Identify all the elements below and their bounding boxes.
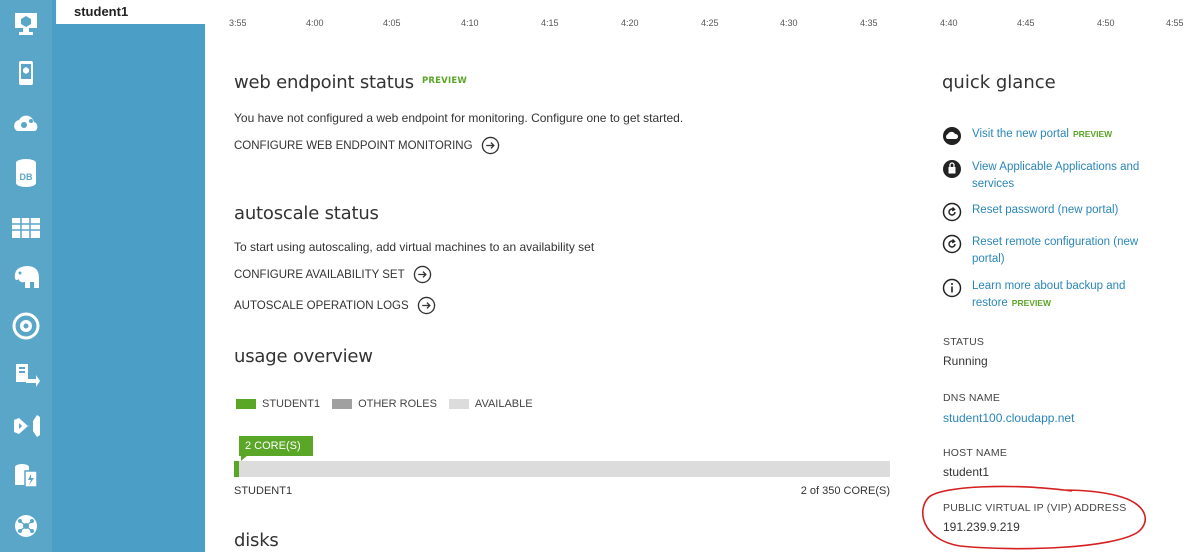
lock-bag-icon [943,160,961,178]
database-icon[interactable]: DB [8,155,44,191]
time-tick: 4:00 [306,18,324,28]
time-tick: 4:25 [701,18,719,28]
time-tick: 4:45 [1017,18,1035,28]
host-name-label: HOST NAME [943,447,1008,459]
circle-arrow-icon [413,265,431,284]
autoscale-title: autoscale status [234,203,379,224]
web-endpoint-title: web endpoint status PREVIEW [234,72,467,93]
reset-remote-configuration-link[interactable]: Reset remote configuration (new portal) [942,234,1172,268]
status-label: STATUS [943,336,985,348]
cloud-icon [943,127,961,145]
link-label: Visit the new portal [972,128,1069,140]
usage-legend: STUDENT1 OTHER ROLES AVAILABLE [236,398,545,410]
circle-arrow-icon [481,136,499,155]
configure-web-endpoint-label: CONFIGURE WEB ENDPOINT MONITORING [234,139,473,152]
autoscale-operation-logs-label: AUTOSCALE OPERATION LOGS [234,299,409,312]
autoscale-description: To start using autoscaling, add virtual … [234,240,595,254]
refresh-icon [942,234,962,254]
link-label: Reset password (new portal) [972,204,1119,216]
quick-glance-title: quick glance [942,72,1056,93]
legend-label: OTHER ROLES [358,398,437,410]
legend-swatch-available [448,399,469,409]
legend-label: STUDENT1 [262,398,321,410]
view-applicable-applications-link[interactable]: View Applicable Applications and service… [942,159,1172,193]
configure-availability-set-button[interactable]: CONFIGURE AVAILABILITY SET [234,265,432,284]
mobile-service-icon[interactable] [8,55,44,91]
reset-password-link[interactable]: Reset password (new portal) [942,202,1172,222]
vip-address-value: 191.239.9.219 [943,520,1020,534]
visit-new-portal-text: Visit the new portal PREVIEW [972,126,1172,146]
time-tick: 4:40 [940,18,958,28]
core-usage-fill [234,461,239,477]
configure-availability-set-label: CONFIGURE AVAILABILITY SET [234,268,405,281]
disks-title: disks [234,530,279,551]
visit-new-portal-link[interactable]: Visit the new portal PREVIEW [942,126,1172,146]
time-tick: 4:20 [621,18,639,28]
usage-row-label: STUDENT1 [234,485,293,497]
autoscale-operation-logs-button[interactable]: AUTOSCALE OPERATION LOGS [234,296,436,315]
time-tick: 4:50 [1097,18,1115,28]
preview-badge: PREVIEW [1072,129,1113,139]
icon-rail: DB [0,0,52,552]
media-eye-icon[interactable] [8,308,44,344]
time-tick: 4:10 [461,18,479,28]
info-icon [942,278,962,298]
circle-arrow-icon [417,296,435,315]
cache-icon[interactable] [8,458,44,494]
time-tick: 4:05 [383,18,401,28]
host-name-value: student1 [943,465,990,479]
visual-studio-icon[interactable] [8,408,44,444]
configure-web-endpoint-button[interactable]: CONFIGURE WEB ENDPOINT MONITORING [234,136,500,155]
hdinsight-elephant-icon[interactable] [8,258,44,294]
nav-item-student1[interactable]: student1 [56,0,205,24]
item-list-panel: student1 [52,0,205,552]
refresh-icon [942,202,962,222]
time-tick: 4:55 [1166,18,1184,28]
preview-badge: PREVIEW [422,76,467,86]
usage-summary: 2 of 350 CORE(S) [800,485,890,497]
time-tick: 3:55 [229,18,247,28]
web-endpoint-description: You have not configured a web endpoint f… [234,111,684,125]
time-tick: 4:35 [860,18,878,28]
cloud-service-icon[interactable] [8,6,44,42]
legend-label: AVAILABLE [474,398,533,410]
legend-swatch-student1 [236,399,256,409]
table-storage-icon[interactable] [8,210,44,246]
preview-badge: PREVIEW [1011,298,1051,308]
import-export-icon[interactable] [8,358,44,394]
core-usage-bar [234,461,890,477]
web-endpoint-title-text: web endpoint status [234,72,414,93]
dns-name-label: DNS NAME [943,392,1001,404]
time-tick: 4:15 [541,18,559,28]
backup-restore-link[interactable]: Learn more about backup and restore PREVI… [942,278,1172,312]
link-label: View Applicable Applications and service… [972,161,1140,190]
network-icon[interactable] [8,508,44,544]
legend-swatch-other-roles [332,399,353,409]
time-tick: 4:30 [780,18,798,28]
cores-badge: 2 CORE(S) [239,436,313,456]
usage-overview-title: usage overview [234,346,373,367]
status-value: Running [943,354,988,368]
cloud-gears-icon[interactable] [8,105,44,141]
link-label: Reset remote configuration (new portal) [972,236,1139,265]
svg-text:DB: DB [20,172,33,182]
backup-restore-text: Learn more about backup and restore PREVI… [972,278,1172,312]
dns-name-link[interactable]: student100.cloudapp.net [943,411,1074,425]
vip-address-label: PUBLIC VIRTUAL IP (VIP) ADDRESS [943,502,1127,514]
